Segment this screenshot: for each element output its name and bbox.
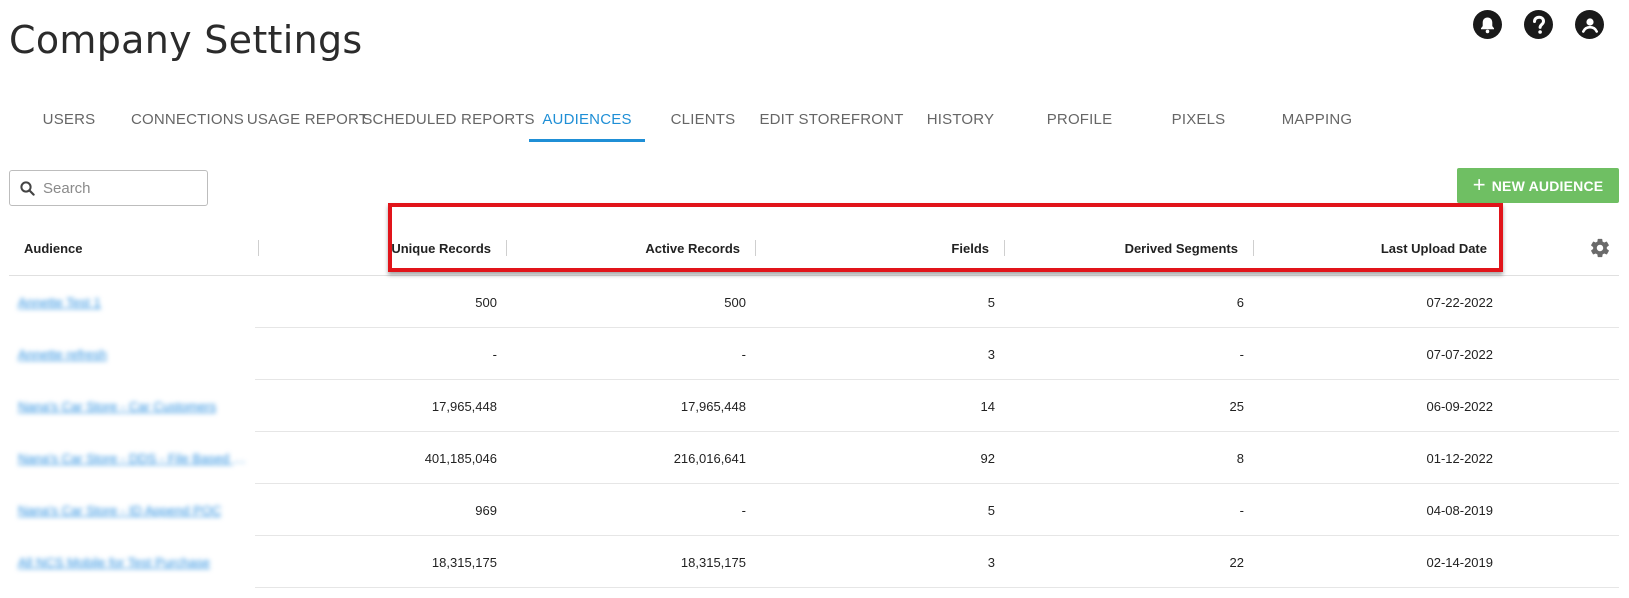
audience-link[interactable]: Annette refresh [18,347,107,362]
last-upload-date-cell: 04-08-2019 [1426,502,1494,518]
table-row[interactable]: Nana's Car Store - ID Append POC 969 - 5… [9,484,1619,536]
derived-segments-cell: - [1239,502,1244,518]
table-header: Audience Unique Records Active Records F… [9,220,1619,276]
bell-icon[interactable] [1473,10,1502,39]
page-title: Company Settings [9,18,363,62]
tab-profile[interactable]: PROFILE [1019,96,1140,142]
tab-edit-storefront[interactable]: EDIT STOREFRONT [759,96,903,142]
unique-records-cell: 500 [475,294,497,310]
fields-cell: 3 [987,346,995,362]
column-resizer[interactable] [506,240,507,256]
table-row[interactable]: Nana's Car Store - Car Customers 17,965,… [9,380,1619,432]
help-icon[interactable] [1524,10,1553,39]
tab-audiences[interactable]: AUDIENCES [529,96,645,142]
header-actions [1473,10,1604,39]
table-row[interactable]: Annette refresh - - 3 - 07-07-2022 [9,328,1619,380]
settings-tabs: USERS CONNECTIONS USAGE REPORT SCHEDULED… [10,96,1377,142]
active-records-cell: 18,315,175 [680,554,746,570]
fields-cell: 14 [980,398,995,414]
active-records-cell: - [741,502,746,518]
header-derived-segments[interactable]: Derived Segments [1017,220,1238,276]
audience-link[interactable]: Nana's Car Store - ID Append POC [18,503,221,518]
derived-segments-cell: - [1239,346,1244,362]
active-records-cell: 17,965,448 [680,398,746,414]
tab-clients[interactable]: CLIENTS [645,96,761,142]
derived-segments-cell: 6 [1236,294,1244,310]
unique-records-cell: - [492,346,497,362]
column-resizer[interactable] [1004,240,1005,256]
last-upload-date-cell: 07-07-2022 [1426,346,1494,362]
active-records-cell: - [741,346,746,362]
search-input[interactable] [43,179,193,197]
column-resizer[interactable] [1253,240,1254,256]
derived-segments-cell: 8 [1236,450,1244,466]
last-upload-date-cell: 07-22-2022 [1426,294,1494,310]
tab-connections[interactable]: CONNECTIONS [128,96,247,142]
header-last-upload-date[interactable]: Last Upload Date [1266,220,1487,276]
search-box [9,170,208,206]
audiences-table: Audience Unique Records Active Records F… [9,220,1619,588]
plus-icon: + [1472,171,1486,197]
header-active-records[interactable]: Active Records [519,220,740,276]
unique-records-cell: 401,185,046 [424,450,497,466]
new-audience-button[interactable]: + NEW AUDIENCE [1457,168,1619,203]
fields-cell: 5 [987,502,995,518]
audience-link[interactable]: Nana's Car Store - DDS - File Based Segm… [18,451,248,466]
fields-cell: 92 [980,450,995,466]
active-records-cell: 216,016,641 [673,450,746,466]
audience-link[interactable]: All NCS Mobile for Test Purchase [18,555,210,570]
last-upload-date-cell: 01-12-2022 [1426,450,1494,466]
column-resizer[interactable] [755,240,756,256]
fields-cell: 3 [987,554,995,570]
unique-records-cell: 18,315,175 [431,554,497,570]
active-records-cell: 500 [724,294,746,310]
table-row[interactable]: Nana's Car Store - DDS - File Based Segm… [9,432,1619,484]
table-row[interactable]: All NCS Mobile for Test Purchase 18,315,… [9,536,1619,588]
header-unique-records[interactable]: Unique Records [269,220,491,276]
tab-usage-report[interactable]: USAGE REPORT [247,96,368,142]
audience-link[interactable]: Annette Test 1 [18,295,101,310]
tab-scheduled-reports[interactable]: SCHEDULED REPORTS [362,96,534,142]
derived-segments-cell: 25 [1229,398,1244,414]
search-icon [20,180,35,196]
column-resizer[interactable] [258,240,259,256]
header-fields[interactable]: Fields [769,220,989,276]
header-audience[interactable]: Audience [24,220,244,276]
tab-history[interactable]: HISTORY [902,96,1019,142]
last-upload-date-cell: 06-09-2022 [1426,398,1494,414]
gear-icon[interactable] [1589,237,1611,259]
tab-mapping[interactable]: MAPPING [1257,96,1377,142]
tab-users[interactable]: USERS [10,96,128,142]
new-audience-label: NEW AUDIENCE [1491,177,1604,194]
audience-link[interactable]: Nana's Car Store - Car Customers [18,399,216,414]
derived-segments-cell: 22 [1229,554,1244,570]
tab-pixels[interactable]: PIXELS [1140,96,1257,142]
unique-records-cell: 969 [475,502,497,518]
last-upload-date-cell: 02-14-2019 [1426,554,1494,570]
fields-cell: 5 [987,294,995,310]
table-row[interactable]: Annette Test 1 500 500 5 6 07-22-2022 [9,276,1619,328]
account-icon[interactable] [1575,10,1604,39]
unique-records-cell: 17,965,448 [431,398,497,414]
